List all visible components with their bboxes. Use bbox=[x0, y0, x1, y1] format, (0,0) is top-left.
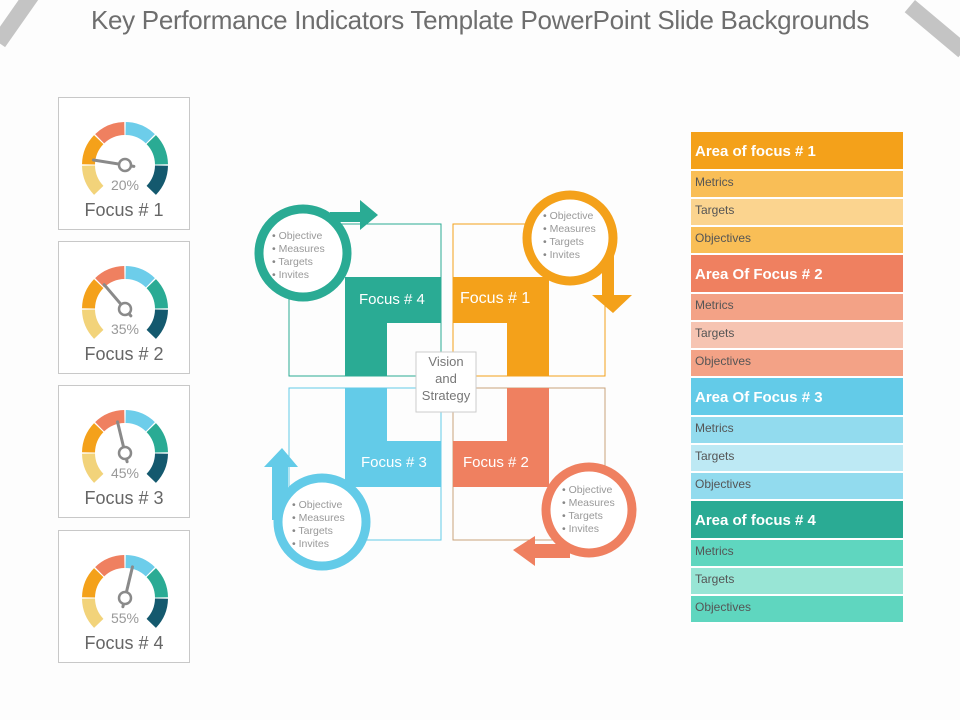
bullet-item: Measures bbox=[292, 512, 345, 525]
area-row-metrics: Metrics bbox=[691, 417, 903, 445]
area-group-3: Area Of Focus # 3 Metrics Targets Object… bbox=[691, 378, 903, 501]
quadrant-label-focus-3: Focus # 3 bbox=[361, 454, 427, 471]
area-row-metrics: Metrics bbox=[691, 171, 903, 199]
area-row-targets: Targets bbox=[691, 199, 903, 227]
bullet-item: Objective bbox=[562, 484, 615, 497]
bullet-item: Targets bbox=[292, 525, 345, 538]
bullet-item: Invites bbox=[292, 538, 345, 551]
bullet-list-focus-1: Objective Measures Targets Invites bbox=[543, 210, 596, 262]
bullet-list-focus-4: Objective Measures Targets Invites bbox=[272, 230, 325, 282]
bullet-list-focus-2: Objective Measures Targets Invites bbox=[562, 484, 615, 536]
area-row-targets: Targets bbox=[691, 322, 903, 350]
quadrant-label-focus-1: Focus # 1 bbox=[460, 290, 531, 307]
quadrant-label-focus-4: Focus # 4 bbox=[359, 291, 425, 308]
and-text: and bbox=[435, 371, 457, 386]
bullet-item: Measures bbox=[562, 497, 615, 510]
area-header: Area Of Focus # 2 bbox=[691, 255, 903, 294]
bullet-item: Invites bbox=[562, 523, 615, 536]
bullet-item: Targets bbox=[562, 510, 615, 523]
bullet-item: Objective bbox=[292, 499, 345, 512]
area-header: Area of focus # 4 bbox=[691, 501, 903, 540]
bullet-item: Targets bbox=[543, 236, 596, 249]
bullet-item: Invites bbox=[272, 269, 325, 282]
quadrant-label-focus-2: Focus # 2 bbox=[463, 454, 529, 471]
area-header: Area of focus # 1 bbox=[691, 132, 903, 171]
area-row-targets: Targets bbox=[691, 445, 903, 473]
vision-strategy-label: Vision and Strategy bbox=[416, 353, 476, 404]
area-group-2: Area Of Focus # 2 Metrics Targets Object… bbox=[691, 255, 903, 378]
area-row-objectives: Objectives bbox=[691, 596, 903, 624]
area-row-objectives: Objectives bbox=[691, 350, 903, 378]
bullet-list-focus-3: Objective Measures Targets Invites bbox=[292, 499, 345, 551]
area-row-objectives: Objectives bbox=[691, 473, 903, 501]
bullet-item: Measures bbox=[272, 243, 325, 256]
area-row-metrics: Metrics bbox=[691, 540, 903, 568]
bullet-item: Targets bbox=[272, 256, 325, 269]
bullet-item: Invites bbox=[543, 249, 596, 262]
bullet-item: Measures bbox=[543, 223, 596, 236]
area-of-focus-table: Area of focus # 1 Metrics Targets Object… bbox=[691, 132, 903, 624]
area-row-metrics: Metrics bbox=[691, 294, 903, 322]
bullet-item: Objective bbox=[543, 210, 596, 223]
strategy-text: Strategy bbox=[421, 388, 471, 403]
area-group-1: Area of focus # 1 Metrics Targets Object… bbox=[691, 132, 903, 255]
area-header: Area Of Focus # 3 bbox=[691, 378, 903, 417]
area-row-targets: Targets bbox=[691, 568, 903, 596]
area-group-4: Area of focus # 4 Metrics Targets Object… bbox=[691, 501, 903, 624]
area-row-objectives: Objectives bbox=[691, 227, 903, 255]
vision-text: Vision bbox=[428, 354, 464, 369]
bullet-item: Objective bbox=[272, 230, 325, 243]
